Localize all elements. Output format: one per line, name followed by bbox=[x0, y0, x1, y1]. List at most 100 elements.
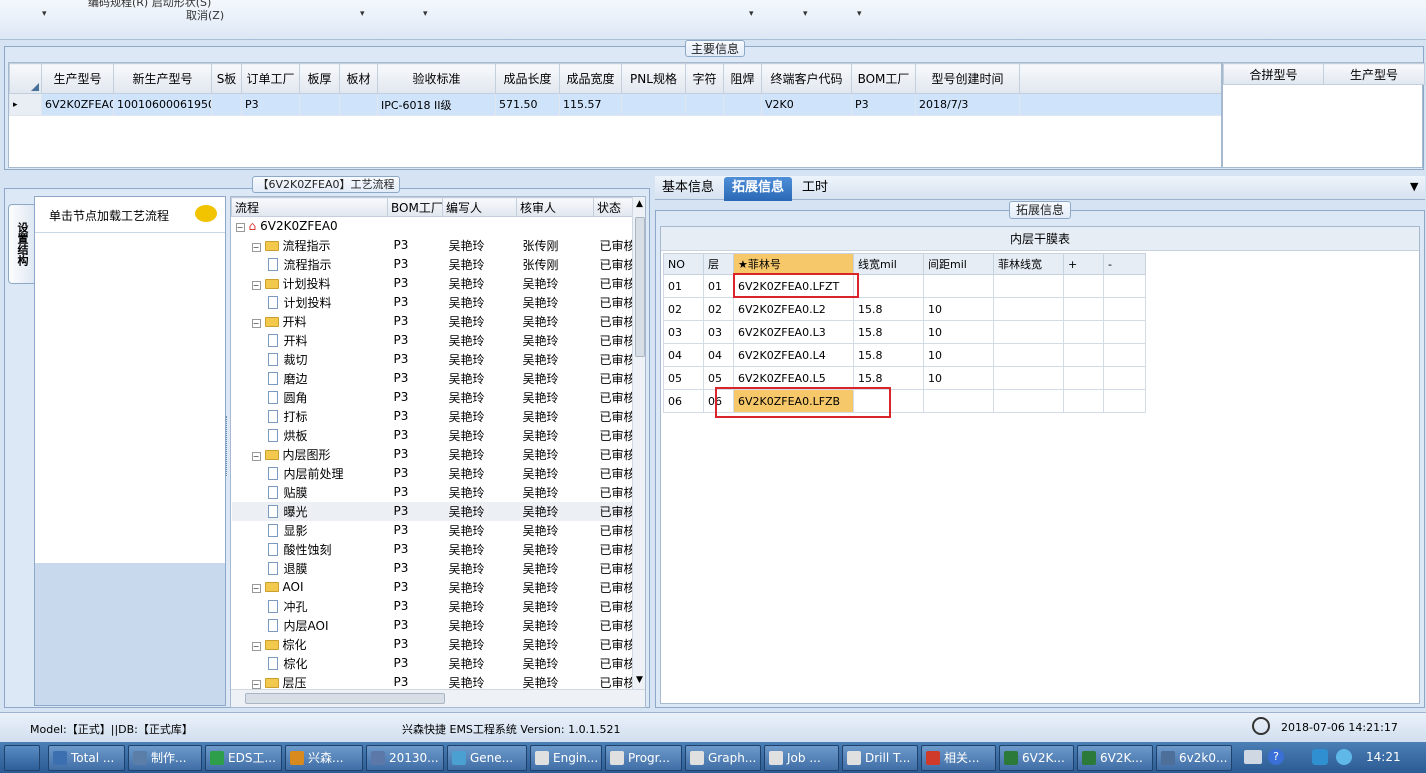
taskbar-item[interactable]: Job ... bbox=[764, 745, 839, 771]
dryfilm-cell[interactable] bbox=[993, 343, 1064, 367]
tree-node[interactable]: − 内层图形 bbox=[232, 445, 388, 464]
network-icon[interactable] bbox=[1312, 749, 1328, 765]
tree-vscrollbar[interactable]: ▲ ▼ bbox=[632, 197, 645, 689]
main-cell[interactable] bbox=[723, 93, 762, 116]
tree-row[interactable]: 贴膜 P3 吴艳玲 吴艳玲 已审核 bbox=[232, 483, 633, 502]
dryfilm-cell[interactable]: 03 bbox=[663, 320, 704, 344]
dryfilm-cell[interactable] bbox=[1103, 366, 1146, 390]
tray-app-icon[interactable] bbox=[1336, 749, 1352, 765]
collapse-icon[interactable]: − bbox=[251, 679, 261, 689]
dryfilm-cell[interactable] bbox=[1063, 274, 1104, 298]
dryfilm-cell[interactable] bbox=[1103, 274, 1146, 298]
taskbar-item[interactable]: 20130... bbox=[366, 745, 444, 771]
tab-basic-info[interactable]: 基本信息 bbox=[655, 178, 721, 200]
main-cell[interactable]: 10010600061950 bbox=[113, 93, 212, 116]
tree-row[interactable]: 打标 P3 吴艳玲 吴艳玲 已审核 bbox=[232, 407, 633, 426]
main-cell[interactable]: 2018/7/3 bbox=[915, 93, 1020, 116]
dryfilm-cell[interactable]: 15.8 bbox=[853, 297, 924, 321]
dryfilm-col-header[interactable]: 菲林线宽 bbox=[993, 253, 1064, 275]
keyboard-icon[interactable] bbox=[1244, 750, 1262, 764]
dryfilm-cell[interactable] bbox=[1063, 320, 1104, 344]
scroll-thumb[interactable] bbox=[635, 217, 645, 357]
tree-row[interactable]: 开料 P3 吴艳玲 吴艳玲 已审核 bbox=[232, 331, 633, 350]
show-desktop-icon[interactable] bbox=[4, 745, 40, 771]
main-col-header[interactable]: 板厚 bbox=[299, 63, 340, 94]
tree-row[interactable]: 圆角 P3 吴艳玲 吴艳玲 已审核 bbox=[232, 388, 633, 407]
dropdown-arrow-icon[interactable]: ▾ bbox=[803, 9, 808, 19]
main-cell[interactable]: IPC-6018 II级 bbox=[377, 93, 496, 116]
dryfilm-cell[interactable] bbox=[993, 297, 1064, 321]
dryfilm-cell[interactable]: 04 bbox=[663, 343, 704, 367]
dryfilm-col-header[interactable]: 层 bbox=[703, 253, 734, 275]
taskbar-item[interactable]: 相关... bbox=[921, 745, 996, 771]
tree-col-header[interactable]: BOM工厂 bbox=[387, 197, 443, 217]
tab-extended-info[interactable]: 拓展信息 bbox=[724, 177, 792, 201]
tree-node[interactable]: 贴膜 bbox=[232, 483, 388, 502]
dryfilm-cell[interactable] bbox=[1103, 297, 1146, 321]
dryfilm-row[interactable]: 03 03 6V2K0ZFEA0.L3 15.8 10 bbox=[663, 320, 1146, 344]
tree-node[interactable]: 计划投料 bbox=[232, 293, 388, 312]
taskbar-item[interactable]: Graph... bbox=[685, 745, 761, 771]
dryfilm-cell[interactable]: 15.8 bbox=[853, 343, 924, 367]
hscroll-thumb[interactable] bbox=[245, 693, 445, 704]
main-col-header[interactable]: 终端客户代码 bbox=[761, 63, 852, 94]
tree-row[interactable]: 曝光 P3 吴艳玲 吴艳玲 已审核 bbox=[231, 501, 633, 521]
tree-col-header[interactable]: 编写人 bbox=[442, 197, 517, 217]
dryfilm-cell[interactable]: 06 bbox=[663, 389, 704, 413]
taskbar-item[interactable]: EDS工... bbox=[205, 745, 282, 771]
dropdown-arrow-icon[interactable]: ▾ bbox=[749, 9, 754, 19]
tree-row[interactable]: 棕化 P3 吴艳玲 吴艳玲 已审核 bbox=[232, 654, 633, 673]
main-cell[interactable] bbox=[339, 93, 378, 116]
main-col-header[interactable]: 生产型号 bbox=[41, 63, 114, 94]
taskbar-item[interactable]: 6v2k0... bbox=[1156, 745, 1232, 771]
main-cell[interactable]: P3 bbox=[241, 93, 300, 116]
row-indicator-icon[interactable]: ▸ bbox=[9, 93, 42, 116]
dryfilm-col-header[interactable]: NO bbox=[663, 253, 704, 275]
dropdown-arrow-icon[interactable]: ▾ bbox=[42, 9, 47, 19]
tree-col-header[interactable]: 状态 bbox=[593, 197, 633, 217]
collapse-icon[interactable]: − bbox=[251, 641, 261, 651]
main-col-header[interactable]: PNL规格 bbox=[621, 63, 686, 94]
dropdown-arrow-icon[interactable]: ▾ bbox=[423, 9, 428, 19]
main-cell[interactable]: P3 bbox=[851, 93, 916, 116]
dropdown-arrow-icon[interactable]: ▾ bbox=[360, 9, 365, 19]
dryfilm-cell[interactable] bbox=[1063, 297, 1104, 321]
main-col-header[interactable]: 验收标准 bbox=[377, 63, 496, 94]
main-cell[interactable] bbox=[685, 93, 724, 116]
tree-row[interactable]: 显影 P3 吴艳玲 吴艳玲 已审核 bbox=[232, 521, 633, 540]
tree-node[interactable]: 打标 bbox=[232, 407, 388, 426]
collapse-icon[interactable]: − bbox=[251, 242, 261, 252]
dryfilm-cell[interactable] bbox=[1103, 343, 1146, 367]
scroll-up-icon[interactable]: ▲ bbox=[636, 199, 643, 209]
dryfilm-cell[interactable] bbox=[1063, 389, 1104, 413]
tree-row[interactable]: − 棕化 P3 吴艳玲 吴艳玲 已审核 bbox=[232, 635, 633, 654]
tree-row[interactable]: − 流程指示 P3 吴艳玲 张传刚 已审核 bbox=[232, 236, 633, 255]
collapse-icon[interactable]: − bbox=[251, 451, 261, 461]
taskbar-item[interactable]: 6V2K... bbox=[999, 745, 1074, 771]
tree-row[interactable]: 酸性蚀刻 P3 吴艳玲 吴艳玲 已审核 bbox=[232, 540, 633, 559]
tree-node[interactable]: 内层AOI bbox=[232, 616, 388, 635]
tree-node[interactable]: 烘板 bbox=[232, 426, 388, 445]
dryfilm-cell[interactable] bbox=[993, 389, 1064, 413]
tree-row[interactable]: − 开料 P3 吴艳玲 吴艳玲 已审核 bbox=[232, 312, 633, 331]
main-col-header[interactable]: 成品宽度 bbox=[559, 63, 622, 94]
tree-node[interactable]: 圆角 bbox=[232, 388, 388, 407]
tree-node[interactable]: 冲孔 bbox=[232, 597, 388, 616]
tree-col-header[interactable]: 核审人 bbox=[516, 197, 594, 217]
dryfilm-cell[interactable]: 10 bbox=[923, 343, 994, 367]
dryfilm-cell[interactable]: 6V2K0ZFEA0.L4 bbox=[733, 343, 854, 367]
collapse-icon[interactable]: − bbox=[251, 584, 261, 593]
toolbar-cancel[interactable]: 取消(Z) bbox=[186, 7, 266, 23]
dryfilm-cell[interactable]: 02 bbox=[703, 297, 734, 321]
tree-node[interactable]: − 开料 bbox=[232, 312, 388, 331]
dryfilm-cell[interactable]: 15.8 bbox=[853, 320, 924, 344]
tree-row[interactable]: 计划投料 P3 吴艳玲 吴艳玲 已审核 bbox=[232, 293, 633, 312]
tree-node[interactable]: 开料 bbox=[232, 331, 388, 350]
main-col-header[interactable]: 型号创建时间 bbox=[915, 63, 1020, 94]
main-col-header[interactable]: BOM工厂 bbox=[851, 63, 916, 94]
dryfilm-col-header[interactable]: ★菲林号 bbox=[733, 253, 854, 275]
side-tab-structure[interactable]: 设置结构 bbox=[8, 204, 34, 284]
taskbar-item[interactable]: Engin... bbox=[530, 745, 602, 771]
tree-row[interactable]: 冲孔 P3 吴艳玲 吴艳玲 已审核 bbox=[232, 597, 633, 616]
tree-row[interactable]: − 计划投料 P3 吴艳玲 吴艳玲 已审核 bbox=[232, 274, 633, 293]
